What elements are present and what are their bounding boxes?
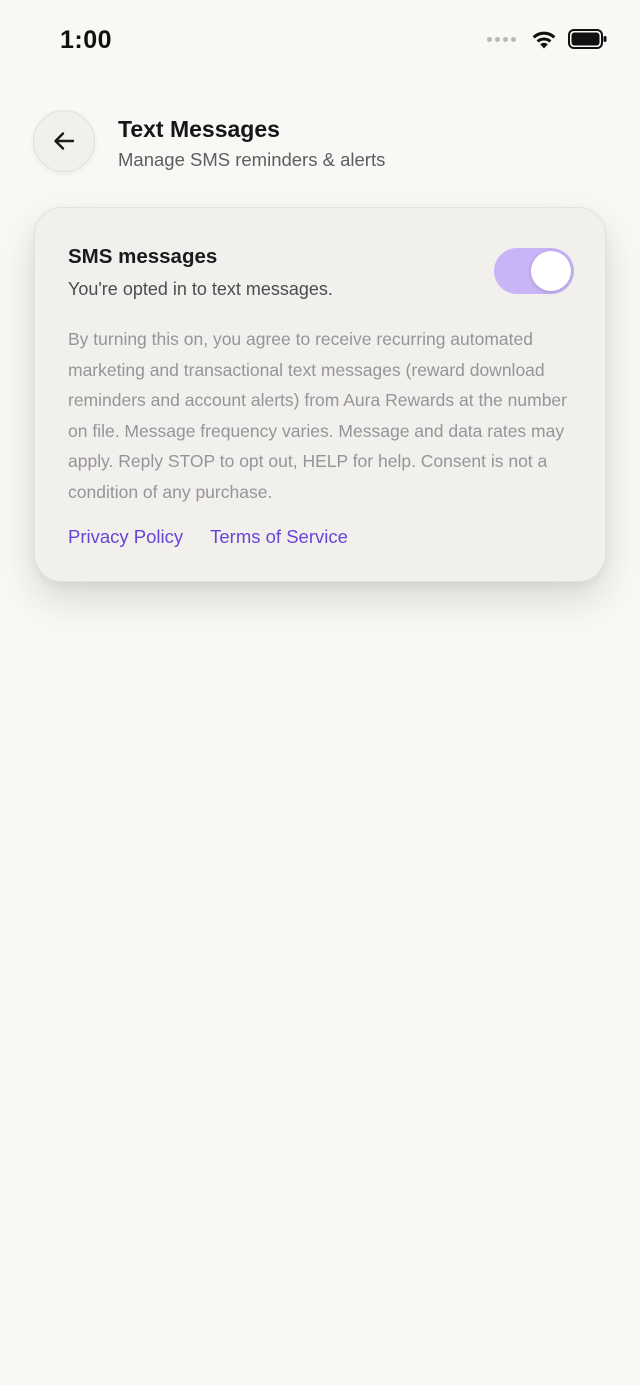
sms-card-title: SMS messages — [68, 245, 218, 268]
sms-toggle[interactable] — [494, 248, 574, 294]
sms-consent-disclaimer: By turning this on, you agree to receive… — [68, 329, 567, 502]
sms-opt-in-status: You're opted in to text messages. — [68, 279, 333, 299]
status-time: 1:00 — [60, 26, 113, 54]
page-subtitle: Manage SMS reminders & alerts — [118, 149, 386, 170]
terms-of-service-link[interactable]: Terms of Service — [210, 526, 348, 548]
status-bar: 1:00 — [0, 0, 640, 82]
legal-links: Privacy Policy Terms of Service — [68, 526, 348, 548]
sms-settings-card: SMS messages You're opted in to text mes… — [34, 207, 606, 582]
battery-icon — [568, 29, 607, 49]
page-header: Text Messages Manage SMS reminders & ale… — [0, 108, 640, 178]
privacy-policy-link[interactable]: Privacy Policy — [68, 526, 183, 548]
wifi-icon — [532, 31, 556, 49]
back-button[interactable] — [33, 110, 95, 172]
arrow-left-icon — [54, 132, 75, 150]
page-title: Text Messages — [118, 116, 280, 142]
status-icons — [487, 28, 608, 50]
cellular-signal-icon — [487, 36, 516, 42]
toggle-knob — [531, 251, 571, 291]
